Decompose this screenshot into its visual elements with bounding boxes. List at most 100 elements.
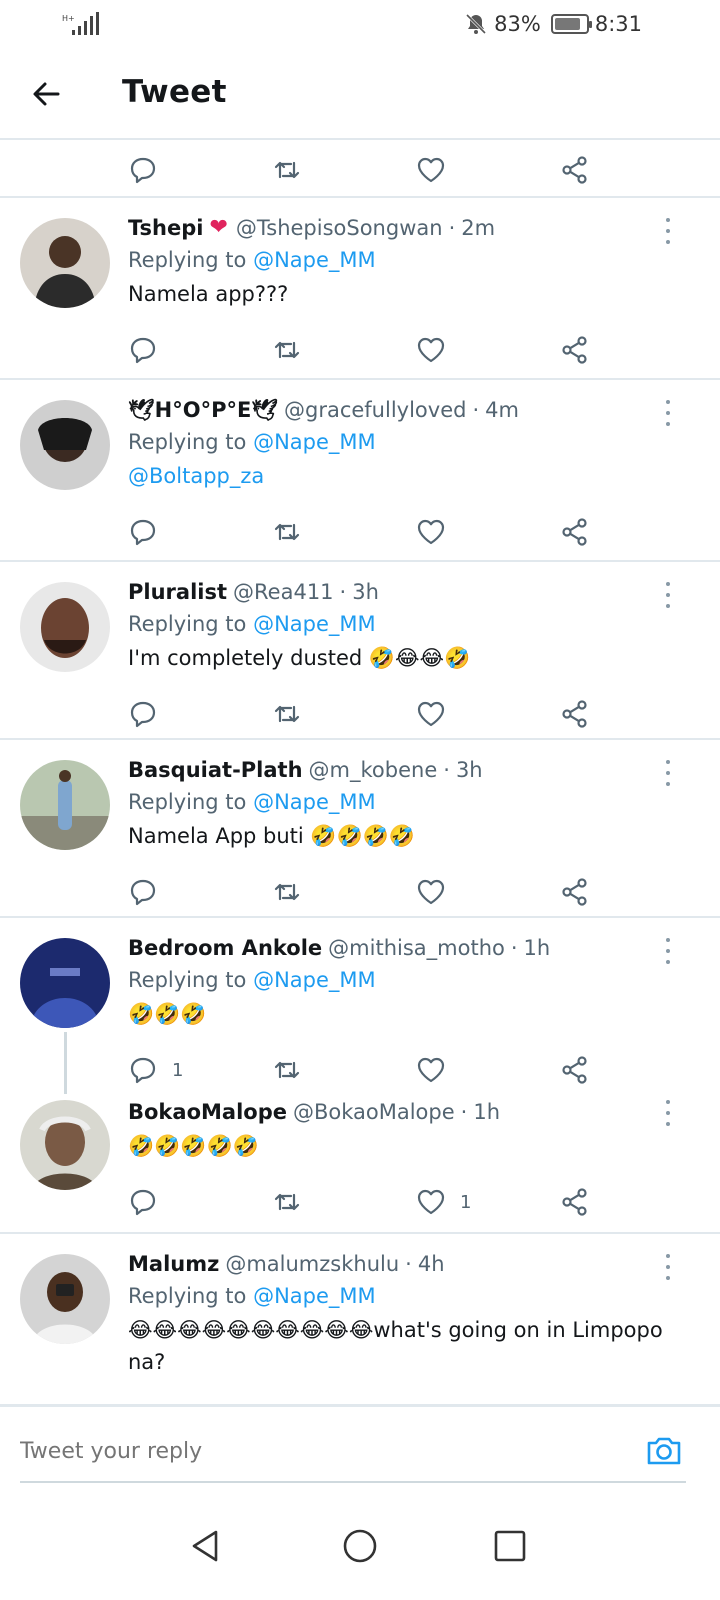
reply-icon — [130, 1189, 156, 1216]
reply-button[interactable]: 1 — [128, 1048, 183, 1092]
mention-link[interactable]: @Nape_MM — [253, 430, 376, 454]
retweet-icon — [274, 1061, 300, 1079]
like-button[interactable] — [416, 328, 446, 372]
like-button[interactable]: 1 — [416, 1180, 471, 1224]
avatar[interactable] — [20, 938, 110, 1028]
like-icon — [417, 519, 445, 545]
handle[interactable]: @TshepisoSongwan — [236, 214, 443, 242]
more-options-button[interactable] — [658, 1254, 678, 1280]
reply-tweet[interactable]: BokaoMalope @BokaoMalope · 1h 🤣🤣🤣🤣🤣 1 — [0, 1094, 720, 1234]
handle[interactable]: @BokaoMalope — [293, 1098, 455, 1126]
share-icon — [562, 336, 587, 364]
retweet-icon — [274, 341, 300, 359]
separator: · — [443, 758, 450, 782]
display-name[interactable]: 🕊H°O°P°E🕊 — [128, 396, 278, 424]
reply-button[interactable] — [128, 148, 158, 192]
display-name[interactable]: Bedroom Ankole — [128, 934, 322, 962]
avatar[interactable] — [20, 1254, 110, 1344]
reply-tweet[interactable]: Basquiat-Plath @m_kobene · 3h Replying t… — [0, 740, 720, 918]
reply-tweet[interactable]: Bedroom Ankole @mithisa_motho · 1h Reply… — [0, 918, 720, 1094]
handle[interactable]: @Rea411 — [233, 578, 334, 606]
share-button[interactable] — [560, 692, 590, 736]
retweet-button[interactable] — [272, 1180, 302, 1224]
reply-input[interactable] — [20, 1433, 580, 1469]
reply-tweet[interactable]: 🕊H°O°P°E🕊 @gracefullyloved · 4m Replying… — [0, 380, 720, 562]
tweet-text: I'm completely dusted 🤣😂😂🤣 — [128, 646, 471, 670]
display-name[interactable]: Pluralist — [128, 578, 227, 606]
share-button[interactable] — [560, 328, 590, 372]
header: Tweet — [0, 48, 720, 140]
share-button[interactable] — [560, 510, 590, 554]
mention-link[interactable]: @Nape_MM — [253, 1284, 376, 1308]
handle[interactable]: @mithisa_motho — [328, 934, 505, 962]
like-button[interactable] — [416, 692, 446, 736]
like-button[interactable] — [416, 510, 446, 554]
share-button[interactable] — [560, 1180, 590, 1224]
mention-link[interactable]: @Boltapp_za — [128, 464, 264, 488]
retweet-button[interactable] — [272, 1048, 302, 1092]
like-icon — [417, 337, 445, 363]
avatar[interactable] — [20, 760, 110, 850]
page-title: Tweet — [122, 74, 227, 110]
more-options-button[interactable] — [658, 760, 678, 786]
mention-link[interactable]: @Nape_MM — [253, 612, 376, 636]
display-name[interactable]: BokaoMalope — [128, 1098, 287, 1126]
share-button[interactable] — [560, 1396, 590, 1404]
tweet-meta: Basquiat-Plath @m_kobene · 3h — [128, 756, 680, 784]
retweet-button[interactable] — [272, 510, 302, 554]
reply-button[interactable] — [128, 870, 158, 914]
display-name[interactable]: Tshepi — [128, 214, 203, 242]
back-button[interactable] — [26, 74, 66, 114]
retweet-button[interactable] — [272, 1396, 302, 1404]
avatar[interactable] — [20, 582, 110, 672]
more-options-button[interactable] — [658, 938, 678, 964]
mention-link[interactable]: @Nape_MM — [253, 790, 376, 814]
reply-tweet[interactable]: Tshepi ❤ @TshepisoSongwan · 2m Replying … — [0, 198, 720, 380]
nav-home-icon[interactable] — [340, 1526, 380, 1566]
more-options-button[interactable] — [658, 218, 678, 244]
reply-icon — [130, 157, 156, 184]
main-tweet-actions — [0, 142, 720, 198]
handle[interactable]: @malumzskhulu — [225, 1250, 399, 1278]
share-icon — [562, 518, 587, 546]
share-icon — [562, 700, 587, 728]
more-options-button[interactable] — [658, 1100, 678, 1126]
more-options-button[interactable] — [658, 400, 678, 426]
more-options-button[interactable] — [658, 582, 678, 608]
share-button[interactable] — [560, 148, 590, 192]
avatar[interactable] — [20, 400, 110, 490]
retweet-button[interactable] — [272, 328, 302, 372]
like-button[interactable] — [416, 148, 446, 192]
display-name[interactable]: Basquiat-Plath — [128, 756, 303, 784]
mention-link[interactable]: @Nape_MM — [253, 248, 376, 272]
replies-feed[interactable]: Tshepi ❤ @TshepisoSongwan · 2m Replying … — [0, 142, 720, 1404]
retweet-button[interactable] — [272, 148, 302, 192]
retweet-button[interactable] — [272, 870, 302, 914]
reply-button[interactable] — [128, 328, 158, 372]
like-button[interactable] — [416, 1048, 446, 1092]
reply-button[interactable] — [128, 692, 158, 736]
tweet-text: @Boltapp_za — [128, 460, 680, 492]
like-button[interactable] — [416, 1396, 446, 1404]
reply-tweet[interactable]: Pluralist @Rea411 · 3h Replying to @Nape… — [0, 562, 720, 740]
display-name[interactable]: Malumz — [128, 1250, 219, 1278]
avatar[interactable] — [20, 218, 110, 308]
reply-button[interactable] — [128, 1180, 158, 1224]
share-button[interactable] — [560, 1048, 590, 1092]
avatar[interactable] — [20, 1100, 110, 1190]
share-icon — [562, 1188, 587, 1216]
mention-link[interactable]: @Nape_MM — [253, 968, 376, 992]
reply-button[interactable] — [128, 510, 158, 554]
handle[interactable]: @gracefullyloved — [284, 396, 466, 424]
separator: · — [472, 398, 480, 422]
reply-tweet[interactable]: Malumz @malumzskhulu · 4h Replying to @N… — [0, 1234, 720, 1404]
reply-button[interactable] — [128, 1396, 158, 1404]
share-button[interactable] — [560, 870, 590, 914]
camera-button[interactable] — [644, 1431, 684, 1471]
nav-back-icon[interactable] — [186, 1526, 226, 1566]
retweet-button[interactable] — [272, 692, 302, 736]
tweet-meta: 🕊H°O°P°E🕊 @gracefullyloved · 4m — [128, 396, 680, 424]
handle[interactable]: @m_kobene — [309, 756, 438, 784]
like-button[interactable] — [416, 870, 446, 914]
nav-recent-icon[interactable] — [490, 1526, 530, 1566]
